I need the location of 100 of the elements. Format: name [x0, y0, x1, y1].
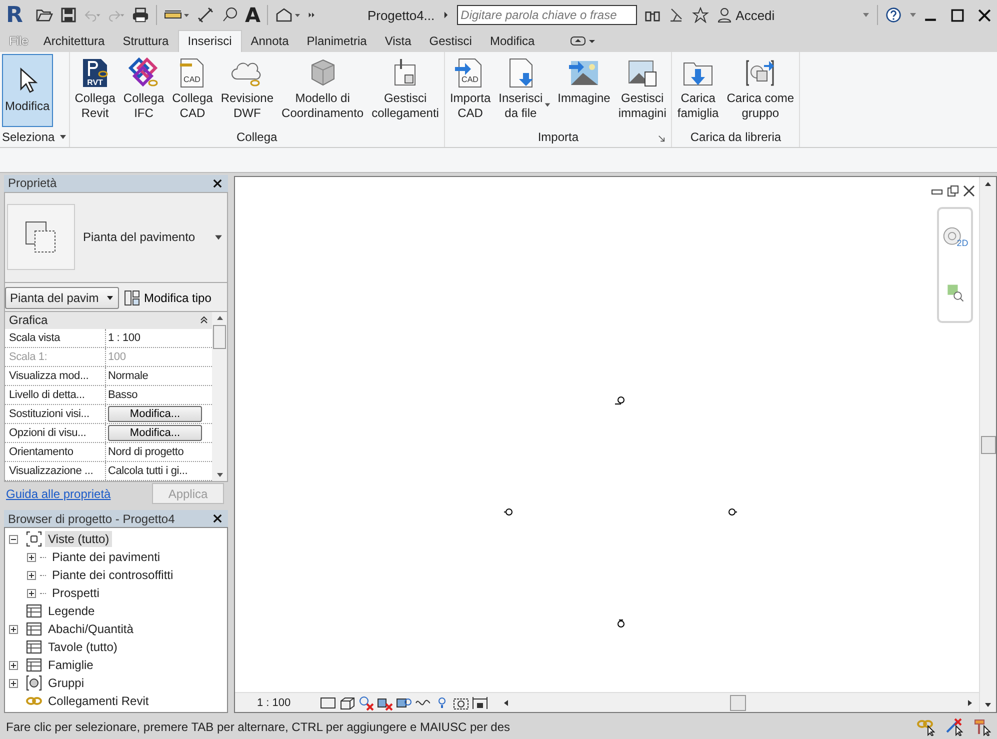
- app-logo[interactable]: R: [6, 2, 23, 28]
- file-tab[interactable]: File: [3, 31, 34, 52]
- tree-toggle-icon[interactable]: [27, 552, 36, 562]
- property-value[interactable]: 1 : 100: [108, 332, 140, 344]
- scroll-right-icon[interactable]: [967, 698, 973, 706]
- minimize-ribbon-icon[interactable]: [570, 36, 596, 46]
- user-icon: [716, 7, 733, 23]
- wheel-label: 2D: [956, 238, 968, 248]
- link-select-icon[interactable]: [917, 718, 935, 736]
- text-tool-button[interactable]: A: [244, 3, 260, 27]
- ribbon-button[interactable]: Inserisci da file: [496, 54, 553, 127]
- save-icon[interactable]: [60, 7, 77, 23]
- ribbon-tab[interactable]: Planimetria: [298, 31, 376, 52]
- ribbon-button[interactable]: Immagine: [554, 54, 614, 127]
- property-value[interactable]: Normale: [108, 370, 148, 382]
- ribbon-tab[interactable]: Vista: [376, 31, 420, 52]
- cube-icon[interactable]: [339, 694, 355, 710]
- close-icon[interactable]: [213, 514, 222, 524]
- select-underlay-icon[interactable]: [973, 718, 991, 736]
- tree-item[interactable]: Legende: [45, 603, 98, 620]
- sun-path-off-icon[interactable]: [358, 694, 374, 710]
- type-selector[interactable]: Pianta del pavimento: [4, 192, 228, 283]
- tree-item[interactable]: Tavole (tutto): [45, 639, 120, 656]
- print-icon[interactable]: [132, 7, 149, 23]
- ribbon-tab[interactable]: Annota: [242, 31, 298, 52]
- tree-toggle-icon[interactable]: [9, 660, 18, 670]
- tree-item[interactable]: Famiglie: [45, 657, 96, 674]
- tree-item[interactable]: Piante dei controsoffitti: [49, 567, 176, 584]
- panel-title: Collega: [236, 130, 278, 144]
- tree-item[interactable]: Abachi/Quantità: [45, 621, 136, 638]
- tree-toggle-icon[interactable]: [9, 534, 18, 544]
- ribbon-tab[interactable]: Modifica: [480, 31, 544, 52]
- scroll-down-icon[interactable]: [216, 472, 224, 478]
- ribbon-button[interactable]: Gestisci immagini: [615, 54, 670, 127]
- ribbon-tab[interactable]: Struttura: [114, 31, 178, 52]
- ribbon-button[interactable]: Collega IFC: [120, 54, 168, 127]
- house-icon[interactable]: [275, 7, 302, 23]
- property-value[interactable]: Nord di progetto: [108, 446, 184, 458]
- dialog-launcher-icon[interactable]: [658, 135, 666, 142]
- scroll-thumb[interactable]: [730, 694, 746, 710]
- scroll-up-icon[interactable]: [216, 314, 224, 321]
- more-icon[interactable]: [308, 11, 316, 19]
- tree-item[interactable]: Piante dei pavimenti: [49, 549, 164, 566]
- maximize-icon[interactable]: [951, 8, 964, 22]
- select-pinned-icon[interactable]: [945, 718, 963, 736]
- scroll-thumb[interactable]: [980, 436, 996, 454]
- tree-toggle-icon[interactable]: [9, 678, 18, 688]
- scroll-down-icon[interactable]: [984, 702, 992, 708]
- tree-item[interactable]: Collegamenti Revit: [45, 693, 152, 710]
- dropdown-arrow-icon[interactable]: [58, 134, 67, 140]
- ribbon-button[interactable]: Modifica: [2, 54, 53, 127]
- scroll-up-icon[interactable]: [984, 181, 992, 187]
- table-icon: [26, 621, 42, 638]
- edit-button[interactable]: Modifica...: [108, 406, 202, 422]
- help-link[interactable]: Guida alle proprietà: [6, 486, 111, 501]
- ribbon-button[interactable]: Modello di Coordinamento: [278, 54, 367, 127]
- help-icon[interactable]: [884, 7, 902, 23]
- view-scale[interactable]: 1 : 100: [257, 696, 317, 708]
- ribbon-button[interactable]: Gestisci collegamenti: [368, 54, 442, 127]
- dropdown-arrow-icon[interactable]: [544, 102, 551, 108]
- property-value[interactable]: Basso: [108, 388, 138, 401]
- ribbon-button[interactable]: CAD Collega CAD: [169, 54, 216, 127]
- tree-toggle-icon[interactable]: [9, 624, 18, 634]
- close-icon[interactable]: [213, 178, 222, 188]
- status-text: Fare clic per selezionare, premere TAB per alternare, CTRL per aggiungere e MAIUSC per des: [6, 720, 512, 734]
- ribbon-button[interactable]: Revisione DWF: [218, 54, 277, 127]
- scroll-left-icon[interactable]: [503, 698, 509, 706]
- property-name: Scala vista: [5, 328, 106, 347]
- expand-icon[interactable]: [442, 11, 450, 19]
- close-icon[interactable]: [963, 185, 975, 197]
- ribbon-button[interactable]: Carica famiglia: [674, 54, 722, 127]
- edit-type-button[interactable]: Modifica tipo: [124, 290, 212, 306]
- edit-button[interactable]: Modifica...: [108, 424, 202, 441]
- property-value[interactable]: Calcola tutti i gi...: [108, 464, 188, 477]
- property-name: Sostituzioni visi...: [5, 404, 106, 423]
- ribbon-button[interactable]: CAD Importa CAD: [446, 54, 494, 127]
- ribbon-button[interactable]: RVT Collega Revit: [72, 54, 118, 127]
- sign-in-link[interactable]: Accedi: [736, 8, 775, 22]
- instance-dropdown[interactable]: Pianta del pavim: [5, 286, 119, 309]
- ribbon-tab[interactable]: Inserisci: [178, 30, 242, 52]
- tree-item[interactable]: Viste (tutto): [45, 531, 112, 548]
- aligned-dimension-icon[interactable]: [196, 7, 214, 23]
- star-icon[interactable]: [692, 7, 709, 23]
- group-header[interactable]: Grafica: [5, 312, 212, 329]
- tree-toggle-icon[interactable]: [27, 570, 36, 580]
- tree-item[interactable]: Gruppi: [45, 675, 88, 692]
- ribbon-button[interactable]: Carica come gruppo: [724, 54, 798, 127]
- ribbon-tab[interactable]: Architettura: [34, 31, 114, 52]
- tree-item[interactable]: Prospetti: [49, 585, 102, 602]
- detail-level-icon[interactable]: [320, 694, 336, 710]
- search-field[interactable]: Digitare parola chiave o frase: [456, 5, 637, 25]
- scrollbar[interactable]: [979, 177, 996, 712]
- close-icon[interactable]: [978, 8, 991, 22]
- restore-icon[interactable]: [947, 185, 959, 197]
- ribbon-tab[interactable]: Gestisci: [420, 31, 481, 52]
- open-folder-icon[interactable]: [36, 7, 53, 23]
- tree-toggle-icon[interactable]: [27, 588, 36, 598]
- scroll-thumb[interactable]: [213, 324, 226, 349]
- scrollbar[interactable]: [212, 312, 227, 481]
- collapse-icon[interactable]: [200, 316, 208, 324]
